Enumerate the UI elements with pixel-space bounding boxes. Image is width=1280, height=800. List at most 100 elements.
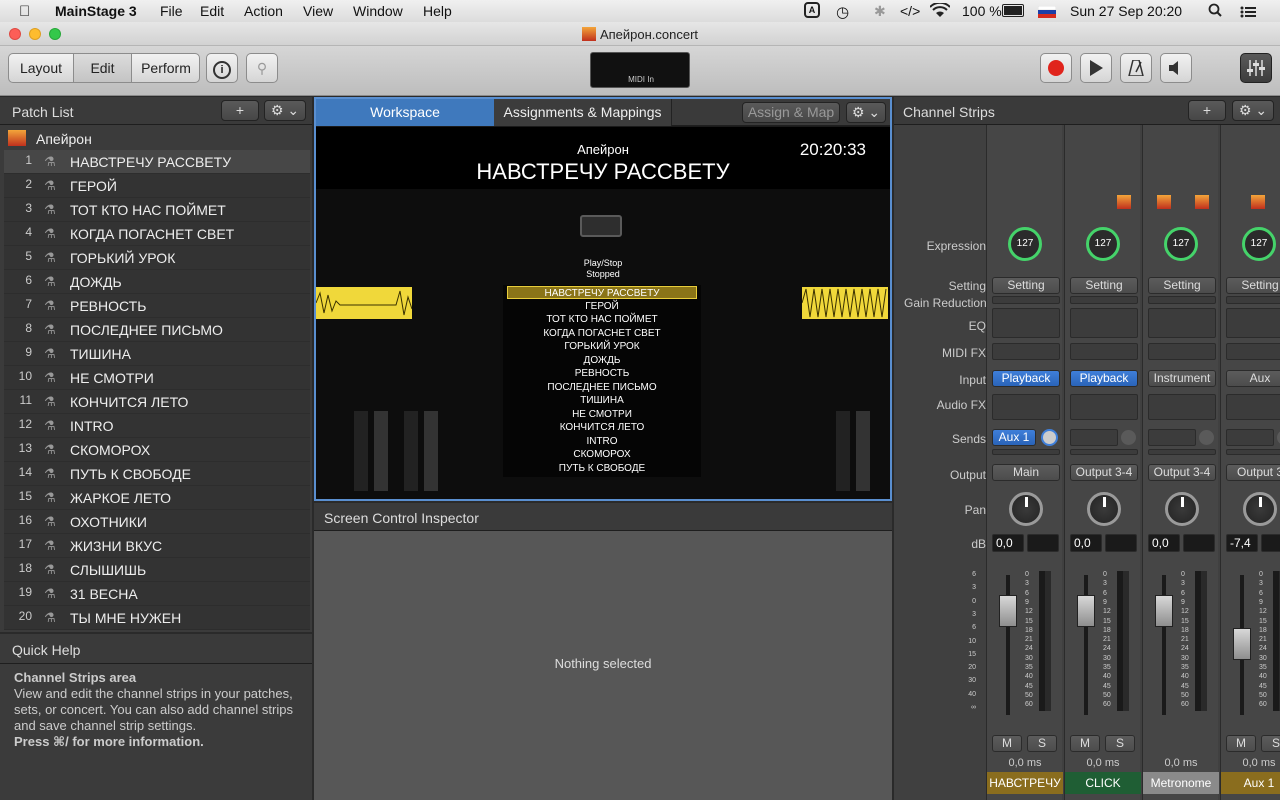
layout-mode-button[interactable]: Layout: [9, 54, 74, 82]
mini-fader-5[interactable]: [836, 411, 850, 491]
pan-knob[interactable]: [1087, 492, 1121, 526]
patch-list-gear-button[interactable]: ⚙ ⌄: [264, 100, 306, 121]
volume-fader[interactable]: [1077, 595, 1095, 627]
status-app-icon[interactable]: A: [804, 2, 820, 18]
patch-row[interactable]: 4 ⚗ КОГДА ПОГАСНЕТ СВЕТ: [4, 222, 310, 246]
midi-fx-slot[interactable]: [992, 343, 1060, 360]
tab-workspace[interactable]: Workspace: [316, 99, 494, 126]
input-button[interactable]: Playback: [1070, 370, 1138, 387]
mini-fader-1[interactable]: [354, 411, 368, 491]
patch-row[interactable]: 9 ⚗ ТИШИНА: [4, 342, 310, 366]
output-button[interactable]: Output 3-4: [1148, 464, 1216, 481]
tab-assignments-mappings[interactable]: Assignments & Mappings: [494, 99, 672, 126]
patch-row[interactable]: 11 ⚗ КОНЧИТСЯ ЛЕТО: [4, 390, 310, 414]
volume-fader[interactable]: [999, 595, 1017, 627]
concert-row[interactable]: Апейрон: [4, 127, 310, 150]
setting-button[interactable]: Setting: [1070, 277, 1138, 294]
patch-row[interactable]: 2 ⚗ ГЕРОЙ: [4, 174, 310, 198]
patch-row[interactable]: 18 ⚗ СЛЫШИШЬ: [4, 558, 310, 582]
spotlight-icon[interactable]: [1208, 3, 1222, 20]
patch-row[interactable]: 19 ⚗ 31 ВЕСНА: [4, 582, 310, 606]
mini-fader-4[interactable]: [424, 411, 438, 491]
output-button[interactable]: Main: [992, 464, 1060, 481]
mute-button[interactable]: M: [992, 735, 1022, 752]
patch-row[interactable]: 15 ⚗ ЖАРКОЕ ЛЕТО: [4, 486, 310, 510]
display-patch-item[interactable]: СКОМОРОХ: [507, 448, 697, 461]
setting-button[interactable]: Setting: [1226, 277, 1280, 294]
battery-icon[interactable]: [1002, 4, 1024, 17]
midi-fx-slot[interactable]: [1070, 343, 1138, 360]
audio-fx-slot[interactable]: [1148, 394, 1216, 420]
send-slot-2[interactable]: [1226, 449, 1280, 455]
expression-knob[interactable]: 127: [1008, 227, 1042, 261]
patch-row[interactable]: 14 ⚗ ПУТЬ К СВОБОДЕ: [4, 462, 310, 486]
display-patch-item[interactable]: ДОЖДЬ: [507, 354, 697, 367]
pan-knob[interactable]: [1009, 492, 1043, 526]
send-slot[interactable]: [1070, 429, 1118, 446]
patch-row[interactable]: 8 ⚗ ПОСЛЕДНЕЕ ПИСЬМО: [4, 318, 310, 342]
patch-row[interactable]: 13 ⚗ СКОМОРОХ: [4, 438, 310, 462]
notification-center-icon[interactable]: [1240, 5, 1256, 21]
menu-help[interactable]: Help: [423, 3, 452, 19]
patch-row[interactable]: 6 ⚗ ДОЖДЬ: [4, 270, 310, 294]
eq-display[interactable]: [1226, 308, 1280, 338]
display-patch-item[interactable]: ГЕРОЙ: [507, 300, 697, 313]
input-button[interactable]: Playback: [992, 370, 1060, 387]
patch-row[interactable]: 3 ⚗ ТОТ КТО НАС ПОЙМЕТ: [4, 198, 310, 222]
display-patch-item[interactable]: НЕ СМОТРИ: [507, 408, 697, 421]
mute-button[interactable]: M: [1070, 735, 1100, 752]
bluetooth-icon[interactable]: ✱: [874, 3, 886, 20]
menu-action[interactable]: Action: [244, 3, 283, 19]
input-button[interactable]: Instrument: [1148, 370, 1216, 387]
add-channel-strip-button[interactable]: +: [1188, 100, 1226, 121]
send-slot[interactable]: [1226, 429, 1274, 446]
display-patch-item[interactable]: ПУТЬ К СВОБОДЕ: [507, 462, 697, 475]
patch-row[interactable]: 1 ⚗ НАВСТРЕЧУ РАССВЕТУ: [4, 150, 310, 174]
setting-button[interactable]: Setting: [992, 277, 1060, 294]
solo-button[interactable]: S: [1027, 735, 1057, 752]
send-level-knob[interactable]: [1199, 430, 1214, 445]
send-slot[interactable]: [1148, 429, 1196, 446]
mini-fader-3[interactable]: [404, 411, 418, 491]
output-button[interactable]: Output 3: [1226, 464, 1280, 481]
display-patch-item[interactable]: ГОРЬКИЙ УРОК: [507, 340, 697, 353]
mini-fader-2[interactable]: [374, 411, 388, 491]
display-patch-item[interactable]: ПОСЛЕДНЕЕ ПИСЬМО: [507, 381, 697, 394]
input-button[interactable]: Aux: [1226, 370, 1280, 387]
mini-fader-6[interactable]: [856, 411, 870, 491]
display-patch-item[interactable]: РЕВНОСТЬ: [507, 367, 697, 380]
eq-display[interactable]: [992, 308, 1060, 338]
send-slot-2[interactable]: [992, 449, 1060, 455]
mute-button[interactable]: M: [1226, 735, 1256, 752]
speaker-button[interactable]: [1160, 53, 1192, 83]
menu-edit[interactable]: Edit: [200, 3, 224, 19]
workspace-gear-button[interactable]: ⚙ ⌄: [846, 102, 886, 123]
menu-file[interactable]: File: [160, 3, 183, 19]
setting-button[interactable]: Setting: [1148, 277, 1216, 294]
volume-fader[interactable]: [1155, 595, 1173, 627]
output-button[interactable]: Output 3-4: [1070, 464, 1138, 481]
send-slot-2[interactable]: [1070, 449, 1138, 455]
tuner-button[interactable]: ⚲: [246, 53, 278, 83]
patch-row[interactable]: 10 ⚗ НЕ СМОТРИ: [4, 366, 310, 390]
menu-view[interactable]: View: [303, 3, 333, 19]
mixer-button[interactable]: [1240, 53, 1272, 83]
play-button[interactable]: [1080, 53, 1112, 83]
patch-row[interactable]: 12 ⚗ INTRO: [4, 414, 310, 438]
wifi-icon[interactable]: [929, 1, 951, 21]
audio-fx-slot[interactable]: [992, 394, 1060, 420]
info-button[interactable]: i: [206, 53, 238, 83]
expression-knob[interactable]: 127: [1086, 227, 1120, 261]
solo-button[interactable]: S: [1261, 735, 1280, 752]
metronome-button[interactable]: [1120, 53, 1152, 83]
patch-row[interactable]: 7 ⚗ РЕВНОСТЬ: [4, 294, 310, 318]
display-patch-item[interactable]: ТИШИНА: [507, 394, 697, 407]
solo-button[interactable]: S: [1105, 735, 1135, 752]
expression-knob[interactable]: 127: [1242, 227, 1276, 261]
display-patch-item[interactable]: INTRO: [507, 435, 697, 448]
send-button[interactable]: Aux 1: [992, 429, 1036, 446]
audio-fx-slot[interactable]: [1070, 394, 1138, 420]
add-patch-button[interactable]: +: [221, 100, 259, 121]
channel-name[interactable]: Aux 1: [1221, 772, 1280, 794]
pan-knob[interactable]: [1243, 492, 1277, 526]
